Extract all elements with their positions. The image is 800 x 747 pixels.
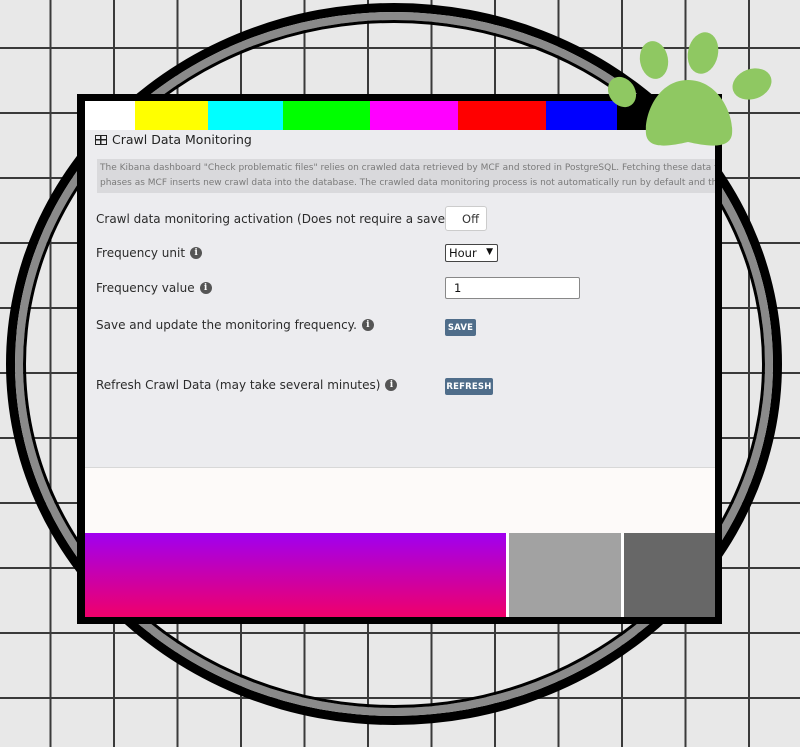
activation-toggle[interactable]: Off — [445, 206, 487, 231]
frequency-value-input[interactable]: 1 — [445, 277, 580, 299]
frequency-value-label: Frequency value — [96, 281, 195, 295]
info-icon[interactable]: i — [361, 319, 374, 331]
frequency-unit-row-label: Frequency unit i — [96, 246, 203, 260]
frequency-value-text: 1 — [454, 281, 462, 295]
info-icon[interactable]: i — [385, 379, 398, 391]
color-bar-green — [283, 101, 370, 130]
activation-row-label: Crawl data monitoring activation (Does n… — [96, 212, 467, 226]
table-icon — [95, 134, 107, 145]
color-bar-yellow — [135, 101, 208, 130]
frequency-value-row-label: Frequency value i — [96, 281, 212, 295]
refresh-button[interactable]: REFRESH — [445, 378, 493, 395]
refresh-label: Refresh Crawl Data (may take several min… — [96, 378, 381, 392]
gradient-swatch — [85, 533, 506, 617]
color-bar-red — [458, 101, 546, 130]
save-label: Save and update the monitoring frequency… — [96, 318, 357, 332]
paw-toe — [732, 68, 772, 100]
gray-swatch-dark — [624, 533, 715, 617]
save-button[interactable]: SAVE — [445, 319, 476, 336]
chevron-down-icon: ▼ — [486, 247, 493, 257]
paw-icon — [607, 32, 772, 146]
paw-toe — [607, 76, 637, 108]
save-row-label: Save and update the monitoring frequency… — [96, 318, 374, 332]
crawl-monitoring-panel: Crawl Data Monitoring The Kibana dashboa… — [85, 130, 715, 467]
gray-swatch-light — [509, 533, 621, 617]
bottom-test-strip — [85, 533, 715, 617]
panel-title: Crawl Data Monitoring — [95, 132, 252, 147]
color-bar-cyan — [208, 101, 283, 130]
empty-content-area — [85, 467, 715, 534]
frequency-unit-label: Frequency unit — [96, 246, 186, 260]
paw-pad — [645, 80, 733, 146]
paw-toe — [687, 32, 719, 74]
frequency-unit-select[interactable]: Hour ▼ — [445, 244, 498, 262]
frequency-unit-value: Hour — [449, 246, 477, 260]
refresh-row-label: Refresh Crawl Data (may take several min… — [96, 378, 398, 392]
activation-label: Crawl data monitoring activation (Does n… — [96, 212, 450, 226]
color-bar-magenta — [370, 101, 458, 130]
color-bar-white — [85, 101, 135, 130]
info-icon[interactable]: i — [190, 247, 203, 259]
info-message-line-2: phases as MCF inserts new crawl data int… — [100, 178, 715, 188]
paw-toe — [639, 41, 669, 79]
info-icon[interactable]: i — [199, 282, 212, 294]
activation-toggle-label: Off — [462, 211, 479, 226]
info-message-box: The Kibana dashboard "Check problematic … — [97, 159, 715, 193]
panel-title-text: Crawl Data Monitoring — [112, 132, 252, 147]
info-message-line-1: The Kibana dashboard "Check problematic … — [100, 163, 715, 173]
